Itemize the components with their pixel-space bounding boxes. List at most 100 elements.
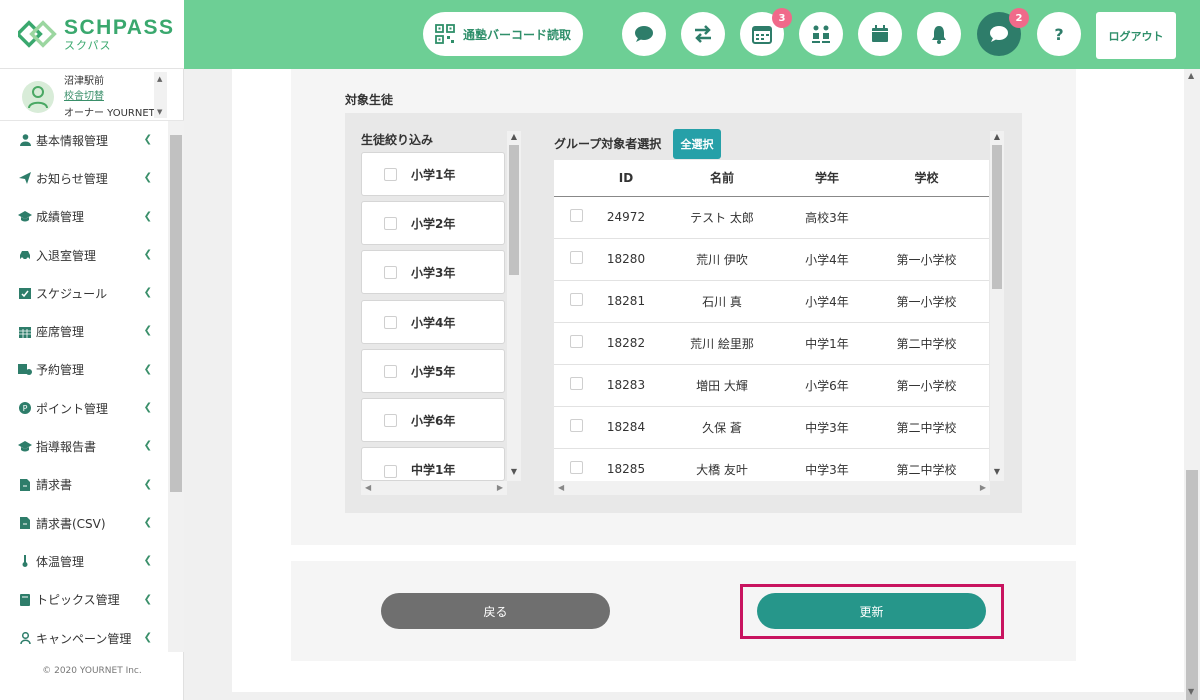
sidebar-item-label: 体温管理 [36,554,85,569]
exchange-arrows-icon [695,25,711,43]
chevron-left-icon: ❮ [143,172,152,184]
grade-filter-item[interactable]: 小学5年 [361,349,505,393]
sidebar-item[interactable]: お知らせ管理 ❮ [0,159,168,197]
row-checkbox[interactable] [569,209,583,222]
row-checkbox[interactable] [569,419,583,432]
grade-checkbox[interactable] [384,167,397,181]
sidebar-item[interactable]: 成績管理 ❮ [0,198,168,236]
sidebar-item[interactable]: スケジュール ❮ [0,274,168,312]
row-checkbox[interactable] [569,335,583,348]
school-switch-link[interactable]: 校舎切替 [64,87,104,102]
column-header-name[interactable]: 名前 [654,160,790,197]
sidebar-item[interactable]: 請求書 ❮ [0,466,168,504]
people-seat-icon [812,25,830,43]
cell-school: 第一小学校 [864,280,989,323]
sidebar-scrollbar-thumb[interactable] [170,135,182,492]
logout-button[interactable]: ログアウト [1096,12,1176,59]
notification-button[interactable] [917,12,961,56]
sidebar-item[interactable]: 体温管理 ❮ [0,542,168,580]
sidebar-item[interactable]: 予約管理 ❮ [0,351,168,389]
sidebar-item[interactable]: キャンペーン管理 ❮ [0,619,168,657]
sidebar-scrollbar[interactable] [168,121,184,652]
logo[interactable]: SCHPASS スクパス [0,0,184,69]
table-row[interactable]: 18280 荒川 伊吹 小学4年 第一小学校 [554,238,989,281]
select-all-button[interactable]: 全選択 [673,129,721,159]
grade-filter-item[interactable]: 小学4年 [361,300,505,344]
grade-label: 小学4年 [411,315,456,330]
grade-checkbox[interactable] [384,465,397,478]
chevron-left-icon: ❮ [143,134,152,145]
table-header: ID 名前 学年 学校 [554,160,989,197]
cell-grade: 中学3年 [790,406,864,449]
table-row[interactable]: 18282 荒川 絵里那 中学1年 第二中学校 [554,322,989,365]
chevron-left-icon: ❮ [143,478,152,490]
seating-button[interactable] [799,12,843,56]
grade-label: 小学1年 [411,167,456,182]
sidebar-item-label: 指導報告書 [36,440,97,455]
table-hscrollbar[interactable]: ◀ ▶ [554,481,990,495]
grade-scrollbar[interactable]: ▲ ▼ [507,131,521,481]
back-button[interactable]: 戻る [381,593,610,629]
page-scrollbar-thumb[interactable] [1186,470,1198,700]
logo-text: SCHPASS [64,15,175,39]
chevron-left-icon: ❮ [143,363,152,375]
sidebar-item[interactable]: P ポイント管理 ❮ [0,389,168,427]
sidebar-item[interactable]: トピックス管理 ❮ [0,581,168,619]
grade-scrollbar-thumb[interactable] [509,145,519,275]
student-table: ID 名前 学年 学校 24972 テスト 太郎 高校3年 18280 荒川 伊吹 小学4… [554,160,989,491]
grade-label: 小学5年 [411,364,456,379]
sidebar-item[interactable]: 請求書(CSV) ❮ [0,504,168,542]
sidebar-item[interactable]: 指導報告書 ❮ [0,427,168,465]
sidebar-item[interactable]: 基本情報管理 ❮ [0,121,168,159]
table-row[interactable]: 18284 久保 蒼中学3年 第二中学校 [554,406,989,449]
grade-label: 中学1年 [411,463,456,477]
calendar-badge: 3 [772,8,792,28]
row-checkbox[interactable] [569,293,583,306]
chevron-left-icon: ❮ [143,440,152,452]
page-scrollbar[interactable]: ▲ ▼ [1184,69,1200,700]
transfer-button[interactable] [681,12,725,56]
grade-checkbox[interactable] [384,413,397,427]
table-row[interactable]: 18283 増田 大輝 小学6年 第一小学校 [554,364,989,407]
row-checkbox[interactable] [569,461,583,474]
logo-subtext: スクパス [64,38,112,52]
schedule-button[interactable] [858,12,902,56]
grade-checkbox[interactable] [384,364,397,378]
chevron-left-icon: ❮ [143,210,152,222]
grade-filter-item[interactable]: 小学2年 [361,201,505,245]
grade-checkbox[interactable] [384,315,397,329]
update-highlight-box [740,584,1004,639]
cell-id: 18284 [598,406,654,449]
column-header-grade[interactable]: 学年 [790,160,864,197]
sidebar-item[interactable]: 座席管理 ❮ [0,312,168,350]
school-scrollbar[interactable]: ▲ ▼ [154,72,167,118]
calendar-check-icon [18,287,32,300]
message-button[interactable] [622,12,666,56]
row-checkbox[interactable] [569,377,583,390]
grade-checkbox[interactable] [384,265,397,279]
grade-filter-item[interactable]: 中学1年 [361,447,505,481]
column-header-school[interactable]: 学校 [864,160,989,197]
table-scrollbar-thumb[interactable] [992,145,1002,289]
table-scrollbar[interactable]: ▲ ▼ [990,131,1004,481]
grade-filter-item[interactable]: 小学3年 [361,250,505,294]
cell-name: 久保 蒼 [654,406,790,449]
row-checkbox[interactable] [569,251,583,264]
table-row[interactable]: 18281 石川 真小学4年 第一小学校 [554,280,989,323]
grade-filter-item[interactable]: 小学1年 [361,152,505,196]
user-avatar-icon [28,86,48,109]
grade-checkbox[interactable] [384,216,397,230]
grade-filter-item[interactable]: 小学6年 [361,398,505,442]
help-button[interactable]: ? [1037,12,1081,56]
chat-button[interactable]: 2 [977,8,1029,56]
barcode-scan-button[interactable]: 通塾バーコード読取 [423,12,583,56]
calendar-button[interactable]: 3 [740,8,792,56]
grade-hscrollbar[interactable]: ◀ ▶ [361,481,507,495]
sidebar: 沼津駅前 校舎切替 オーナー YOURNET ▲ ▼ 基本情報管理 ❮ お知らせ管理… [0,69,184,700]
sidebar-item-label: お知らせ管理 [36,171,108,186]
chevron-left-icon: ❮ [143,555,152,567]
column-header-id[interactable]: ID [598,160,654,197]
sidebar-item[interactable]: 入退室管理 ❮ [0,236,168,274]
table-row[interactable]: 24972 テスト 太郎 高校3年 [554,196,989,239]
sidebar-item-label: スケジュール [36,286,108,301]
